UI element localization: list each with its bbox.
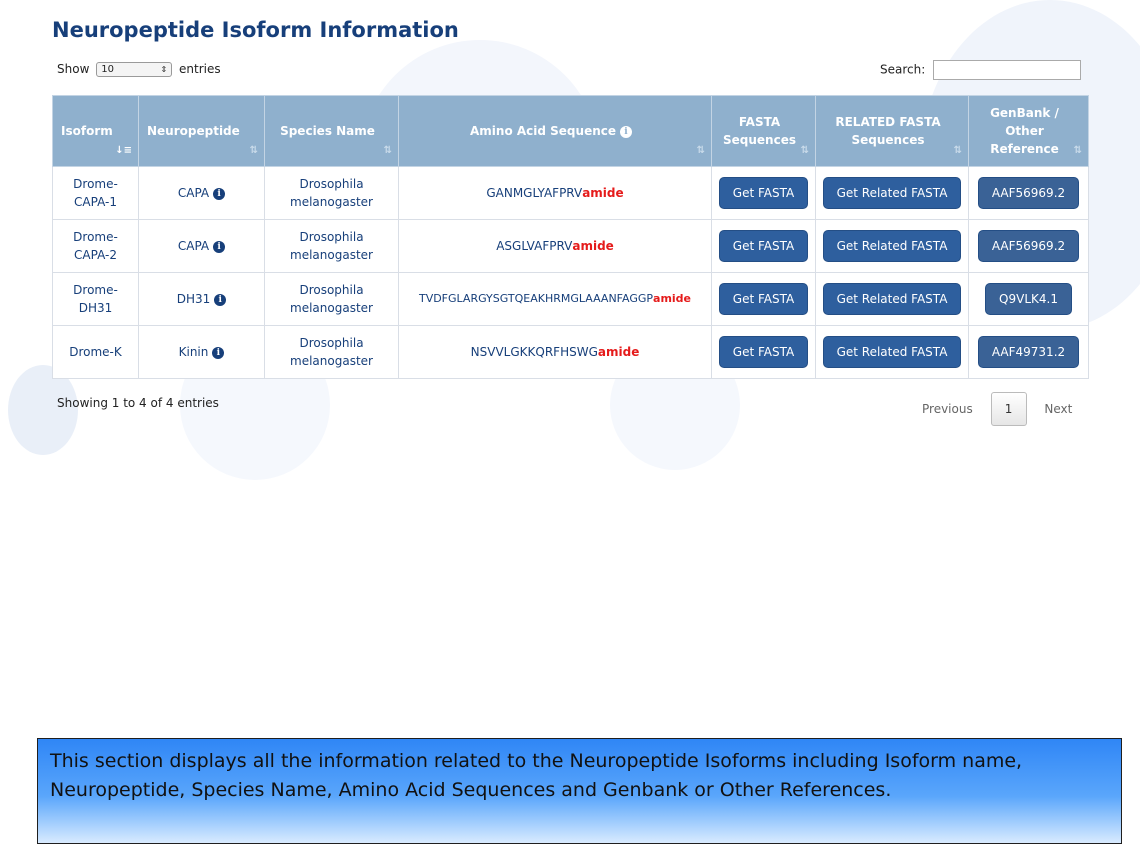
info-icon[interactable]: i <box>213 240 226 253</box>
sequence-cell: TVDFGLARGYSGTQEAKHRMGLAAANFAGGPamide <box>398 272 712 326</box>
sequence-cell: NSVVLGKKQRFHSWGamide <box>398 325 712 379</box>
fasta-cell: Get FASTA <box>711 272 816 326</box>
neuropeptide-cell: CAPA i <box>138 219 265 273</box>
species-cell: Drosophila melanogaster <box>264 166 399 220</box>
search-control: Search: <box>880 60 1082 80</box>
get-related-fasta-button[interactable]: Get Related FASTA <box>822 336 962 368</box>
table-header-row: Isoform ↓≡ Neuropeptide ⇅ Species Name ⇅ Am… <box>52 95 1089 167</box>
info-icon[interactable]: i <box>214 293 227 306</box>
amide-label: amide <box>572 239 614 253</box>
genbank-reference-button[interactable]: AAF56969.2 <box>977 177 1080 209</box>
table-row: Drome-CAPA-2 CAPA i Drosophila melanogast… <box>52 219 1089 273</box>
column-header-fasta[interactable]: FASTA Sequences ⇅ <box>711 95 816 167</box>
species-cell: Drosophila melanogaster <box>264 325 399 379</box>
fasta-cell: Get FASTA <box>711 325 816 379</box>
genbank-reference-button[interactable]: Q9VLK4.1 <box>985 283 1072 315</box>
search-label: Search: <box>880 62 926 77</box>
related-fasta-cell: Get Related FASTA <box>815 166 969 220</box>
sort-icon: ⇅ <box>1073 145 1082 156</box>
fasta-cell: Get FASTA <box>711 166 816 220</box>
genbank-cell: Q9VLK4.1 <box>968 272 1089 326</box>
column-header-related-fasta[interactable]: RELATED FASTA Sequences ⇅ <box>815 95 969 167</box>
info-icon[interactable]: i <box>213 187 226 200</box>
isoform-table: Isoform ↓≡ Neuropeptide ⇅ Species Name ⇅ Am… <box>52 95 1089 379</box>
isoform-cell: Drome-CAPA-2 <box>52 219 139 273</box>
sort-icon: ⇅ <box>383 145 392 156</box>
get-fasta-button[interactable]: Get FASTA <box>718 283 809 315</box>
column-header-genbank[interactable]: GenBank / Other Reference ⇅ <box>968 95 1089 167</box>
get-related-fasta-button[interactable]: Get Related FASTA <box>822 177 962 209</box>
species-cell: Drosophila melanogaster <box>264 272 399 326</box>
get-fasta-button[interactable]: Get FASTA <box>718 230 809 262</box>
table-row: Drome-CAPA-1 CAPA i Drosophila melanogast… <box>52 166 1089 220</box>
genbank-cell: AAF56969.2 <box>968 166 1089 220</box>
page-length-value: 10 <box>101 64 114 75</box>
related-fasta-cell: Get Related FASTA <box>815 219 969 273</box>
sequence-cell: ASGLVAFPRVamide <box>398 219 712 273</box>
search-input[interactable] <box>933 60 1082 80</box>
genbank-reference-button[interactable]: AAF49731.2 <box>977 336 1080 368</box>
page: Neuropeptide Isoform Information Show 10… <box>0 0 1140 855</box>
isoform-cell: Drome-DH31 <box>52 272 139 326</box>
sort-icon: ⇅ <box>800 145 809 156</box>
fasta-cell: Get FASTA <box>711 219 816 273</box>
genbank-cell: AAF56969.2 <box>968 219 1089 273</box>
genbank-reference-button[interactable]: AAF56969.2 <box>977 230 1080 262</box>
neuropeptide-cell: Kinin i <box>138 325 265 379</box>
column-header-species[interactable]: Species Name ⇅ <box>264 95 399 167</box>
table-row: Drome-DH31 DH31 i Drosophila melanogaster… <box>52 272 1089 326</box>
length-suffix: entries <box>179 62 221 76</box>
select-arrows-icon: ⇕ <box>160 65 168 74</box>
sort-icon: ⇅ <box>696 145 705 156</box>
info-icon[interactable]: i <box>620 125 632 138</box>
related-fasta-cell: Get Related FASTA <box>815 272 969 326</box>
neuropeptide-cell: DH31 i <box>138 272 265 326</box>
sort-asc-icon: ↓≡ <box>115 145 132 156</box>
isoform-cell: Drome-CAPA-1 <box>52 166 139 220</box>
pagination: Previous 1 Next <box>922 392 1072 426</box>
table-info: Showing 1 to 4 of 4 entries <box>57 396 219 410</box>
amide-label: amide <box>582 186 624 200</box>
amide-label: amide <box>597 345 640 359</box>
related-fasta-cell: Get Related FASTA <box>815 325 969 379</box>
page-length-select[interactable]: 10 ⇕ <box>96 62 173 77</box>
info-icon[interactable]: i <box>212 346 225 359</box>
next-link[interactable]: Next <box>1044 402 1072 416</box>
genbank-cell: AAF49731.2 <box>968 325 1089 379</box>
get-related-fasta-button[interactable]: Get Related FASTA <box>822 283 962 315</box>
previous-link[interactable]: Previous <box>922 402 973 416</box>
species-cell: Drosophila melanogaster <box>264 219 399 273</box>
description-note: This section displays all the informatio… <box>37 738 1122 844</box>
sequence-cell: GANMGLYAFPRVamide <box>398 166 712 220</box>
column-header-neuropeptide[interactable]: Neuropeptide ⇅ <box>138 95 265 167</box>
sort-icon: ⇅ <box>249 145 258 156</box>
isoform-cell: Drome-K <box>52 325 139 379</box>
page-1-button[interactable]: 1 <box>990 392 1027 426</box>
get-related-fasta-button[interactable]: Get Related FASTA <box>822 230 962 262</box>
amide-label: amide <box>653 292 692 305</box>
page-length-control: Show 10 ⇕ entries <box>57 62 221 77</box>
get-fasta-button[interactable]: Get FASTA <box>718 336 809 368</box>
sort-icon: ⇅ <box>953 145 962 156</box>
table-row: Drome-K Kinin i Drosophila melanogaster N… <box>52 325 1089 379</box>
page-title: Neuropeptide Isoform Information <box>52 18 459 42</box>
column-header-isoform[interactable]: Isoform ↓≡ <box>52 95 139 167</box>
column-header-sequence[interactable]: Amino Acid Sequence i ⇅ <box>398 95 712 167</box>
length-prefix: Show <box>57 62 90 76</box>
neuropeptide-cell: CAPA i <box>138 166 265 220</box>
get-fasta-button[interactable]: Get FASTA <box>718 177 809 209</box>
